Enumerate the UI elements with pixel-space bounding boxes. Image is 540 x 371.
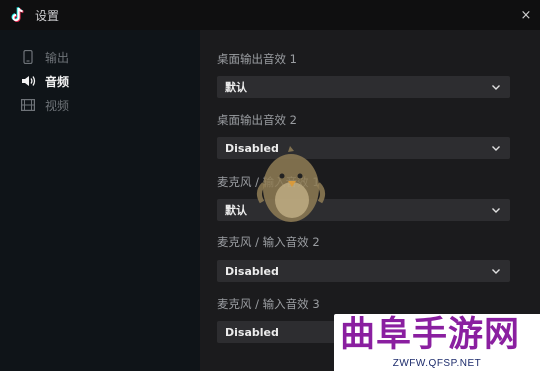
sidebar-item-label: 视频 — [45, 98, 70, 113]
sidebar: 输出 音频 视频 — [0, 30, 200, 371]
phone-icon — [20, 50, 36, 64]
desktop-audio-2-label: 桌面输出音效 2 — [217, 113, 297, 127]
watermark-title: 曲阜手游网 — [340, 314, 521, 355]
watermark-url: ZWFW.QFSP.NET — [392, 358, 482, 369]
watermark-mascot-icon — [256, 146, 326, 222]
site-watermark: 曲阜手游网 ZWFW.QFSP.NET — [334, 314, 540, 371]
desktop-audio-1-select[interactable]: 默认 — [217, 76, 510, 98]
mic-audio-2-label: 麦克风 / 输入音效 2 — [217, 235, 320, 249]
title-bar: 设置 × — [0, 0, 540, 30]
speaker-icon — [20, 74, 36, 88]
mic-audio-2-select[interactable]: Disabled — [217, 260, 510, 282]
window-title: 设置 — [35, 8, 60, 23]
mic-audio-3-label: 麦克风 / 输入音效 3 — [217, 297, 320, 311]
close-icon: × — [520, 7, 532, 23]
select-value: Disabled — [225, 264, 279, 278]
sidebar-item-label: 输出 — [45, 50, 70, 65]
select-value: 默认 — [225, 204, 247, 217]
sidebar-item-audio[interactable]: 音频 — [20, 72, 69, 90]
chevron-down-icon — [492, 269, 500, 274]
tiktok-logo-icon — [11, 7, 25, 23]
chevron-down-icon — [492, 208, 500, 213]
sidebar-item-output[interactable]: 输出 — [20, 48, 69, 66]
desktop-audio-1-label: 桌面输出音效 1 — [217, 52, 297, 66]
chevron-down-icon — [492, 85, 500, 90]
chevron-down-icon — [492, 146, 500, 151]
sidebar-item-video[interactable]: 视频 — [20, 96, 69, 114]
select-value: 默认 — [225, 81, 247, 94]
sidebar-item-label: 音频 — [45, 74, 70, 89]
film-icon — [20, 98, 36, 112]
select-value: Disabled — [225, 325, 279, 339]
close-button[interactable]: × — [518, 7, 534, 23]
